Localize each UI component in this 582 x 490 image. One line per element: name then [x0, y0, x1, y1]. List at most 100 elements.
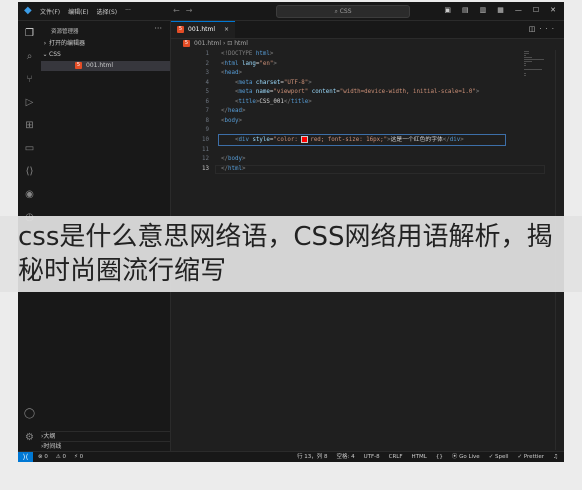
open-editors-label: 打开的编辑器	[49, 40, 86, 47]
code-token: </	[442, 136, 450, 143]
explorer-more-button[interactable]: ···	[154, 24, 162, 33]
code-line[interactable]: 10 <div style="color: red; font-size: 16…	[171, 135, 564, 146]
code-token: >	[238, 70, 242, 77]
code-token: style	[248, 136, 270, 143]
code-line[interactable]: 11	[171, 146, 564, 156]
tab-001-html[interactable]: 5 001.html ×	[171, 21, 235, 38]
code-line[interactable]: 7 </head>	[171, 107, 564, 117]
code-line[interactable]: 12 </body>	[171, 155, 564, 165]
notifications-bell-icon[interactable]: ♫	[553, 452, 558, 462]
code-line[interactable]: 8 <body>	[171, 117, 564, 127]
code-token: >	[238, 117, 242, 124]
remote-explorer-icon[interactable]: ▭	[23, 142, 36, 155]
code-line[interactable]: 2 <html lang="en">	[171, 60, 564, 70]
code-text: </html>	[221, 165, 245, 175]
open-editors-section[interactable]: › 打开的编辑器	[41, 39, 170, 49]
html5-icon: 5	[177, 26, 184, 33]
line-number: 5	[205, 89, 210, 96]
minimap[interactable]	[524, 51, 544, 77]
code-token: >	[241, 165, 246, 172]
language-settings-icon[interactable]: {}	[436, 452, 443, 462]
menu-file[interactable]: 文件(F)	[40, 7, 60, 16]
close-tab-icon[interactable]: ×	[224, 22, 229, 38]
close-window-icon[interactable]: ✕	[550, 6, 556, 14]
vscode-logo-icon: ◆	[24, 5, 32, 16]
breadcrumb-node[interactable]: html	[234, 40, 248, 47]
status-language[interactable]: HTML	[412, 452, 427, 462]
status-right: 行 13，列 8 空格: 4 UTF-8 CRLF HTML {} ⦿ Go L…	[297, 452, 558, 462]
forward-arrow-icon[interactable]: →	[186, 6, 199, 15]
status-prettier[interactable]: ✓ Prettier	[517, 452, 544, 462]
status-eol[interactable]: CRLF	[389, 452, 403, 462]
code-token: div	[238, 136, 249, 143]
line-number: 1	[205, 51, 210, 57]
toggle-panel-icon[interactable]: ▤	[462, 6, 469, 14]
status-position[interactable]: 行 13，列 8	[297, 452, 328, 462]
folder-css[interactable]: ⌄CSS	[41, 50, 170, 60]
back-arrow-icon[interactable]: ←	[173, 6, 186, 15]
status-encoding[interactable]: UTF-8	[364, 452, 380, 462]
account-icon[interactable]: ◯	[23, 407, 36, 420]
code-token: </	[221, 165, 228, 172]
run-debug-icon[interactable]: ▷	[23, 96, 36, 109]
split-editor-icon[interactable]: ◫	[529, 25, 540, 33]
breadcrumb-file[interactable]: 001.html	[194, 40, 221, 47]
settings-gear-icon[interactable]: ⚙	[23, 431, 36, 444]
code-token: charset	[252, 79, 281, 86]
code-line[interactable]: 13 </html>	[171, 165, 564, 175]
minimap-line	[524, 63, 527, 64]
code-token: >	[269, 51, 274, 57]
explorer-title: 资源管理器	[51, 29, 79, 35]
color-swatch-icon[interactable]	[301, 135, 309, 143]
status-golive[interactable]: ⦿ Go Live	[452, 452, 480, 462]
broadcast-icon: ⦿	[451, 454, 460, 460]
extensions-icon[interactable]: ⊞	[23, 119, 36, 132]
breadcrumb: 5 001.html › ⊡ html	[183, 39, 248, 49]
code-line[interactable]: 5 <meta name="viewport" content="width=d…	[171, 88, 564, 98]
menu-edit[interactable]: 编辑(E)	[68, 7, 88, 16]
status-warnings[interactable]: ⚠ 0	[56, 452, 66, 462]
toggle-sidebar-icon[interactable]: ▣	[444, 6, 451, 14]
element-node-icon: ⊡	[227, 40, 233, 47]
search-label: CSS	[339, 8, 352, 15]
code-token: html	[255, 51, 270, 57]
status-errors[interactable]: ⊗ 0	[38, 452, 48, 462]
search-view-icon[interactable]: ⌕	[23, 50, 36, 63]
explorer-icon[interactable]: ❐	[23, 27, 36, 40]
tab-label: 001.html	[188, 26, 216, 33]
more-actions-icon[interactable]: ···	[539, 25, 558, 33]
code-token: </	[283, 98, 291, 105]
maximize-icon[interactable]: ☐	[533, 6, 539, 14]
code-token: >	[273, 60, 277, 67]
minimap-line	[524, 51, 529, 52]
code-line[interactable]: 4 <meta charset="UTF-8">	[171, 79, 564, 89]
menu-bar: 文件(F) 编辑(E) 选择(S) ···	[40, 7, 131, 16]
toggle-secondary-sidebar-icon[interactable]: ▥	[480, 6, 487, 14]
github-icon[interactable]: ◉	[23, 188, 36, 201]
file-001-html[interactable]: 5 001.html	[41, 61, 170, 71]
remote-indicator-icon[interactable]: ⟩⟨	[18, 452, 33, 462]
code-token: html	[224, 60, 239, 67]
minimap-line	[524, 55, 526, 56]
live-share-icon[interactable]: ⟨⟩	[23, 165, 36, 178]
layout-icon[interactable]: ▦	[497, 6, 504, 14]
code-token: meta	[238, 79, 253, 86]
html5-icon: 5	[75, 62, 82, 69]
code-token: <!DOCTYPE	[221, 51, 256, 57]
status-spaces[interactable]: 空格: 4	[336, 452, 354, 462]
code-line[interactable]: 3 <head>	[171, 69, 564, 79]
status-ports[interactable]: ⚡ 0	[74, 452, 83, 462]
code-line[interactable]: 1 <!DOCTYPE html>	[171, 50, 564, 60]
menu-selection[interactable]: 选择(S)	[97, 7, 118, 16]
article-title-banner: css是什么意思网络语，CSS网络用语解析，揭秘时尚圈流行缩写	[0, 216, 582, 292]
minimize-icon[interactable]: —	[515, 6, 522, 14]
status-spell[interactable]: ✓ Spell	[489, 452, 509, 462]
minimap-line	[524, 73, 527, 74]
command-center-search[interactable]: ⌕ CSS	[276, 5, 410, 18]
window-controls: ▣ ▤ ▥ ▦ — ☐ ✕	[444, 6, 556, 14]
source-control-icon[interactable]: ⑂	[23, 73, 36, 86]
menu-more[interactable]: ···	[125, 7, 131, 16]
code-line[interactable]: 6 <title>CSS_001</title>	[171, 98, 564, 108]
